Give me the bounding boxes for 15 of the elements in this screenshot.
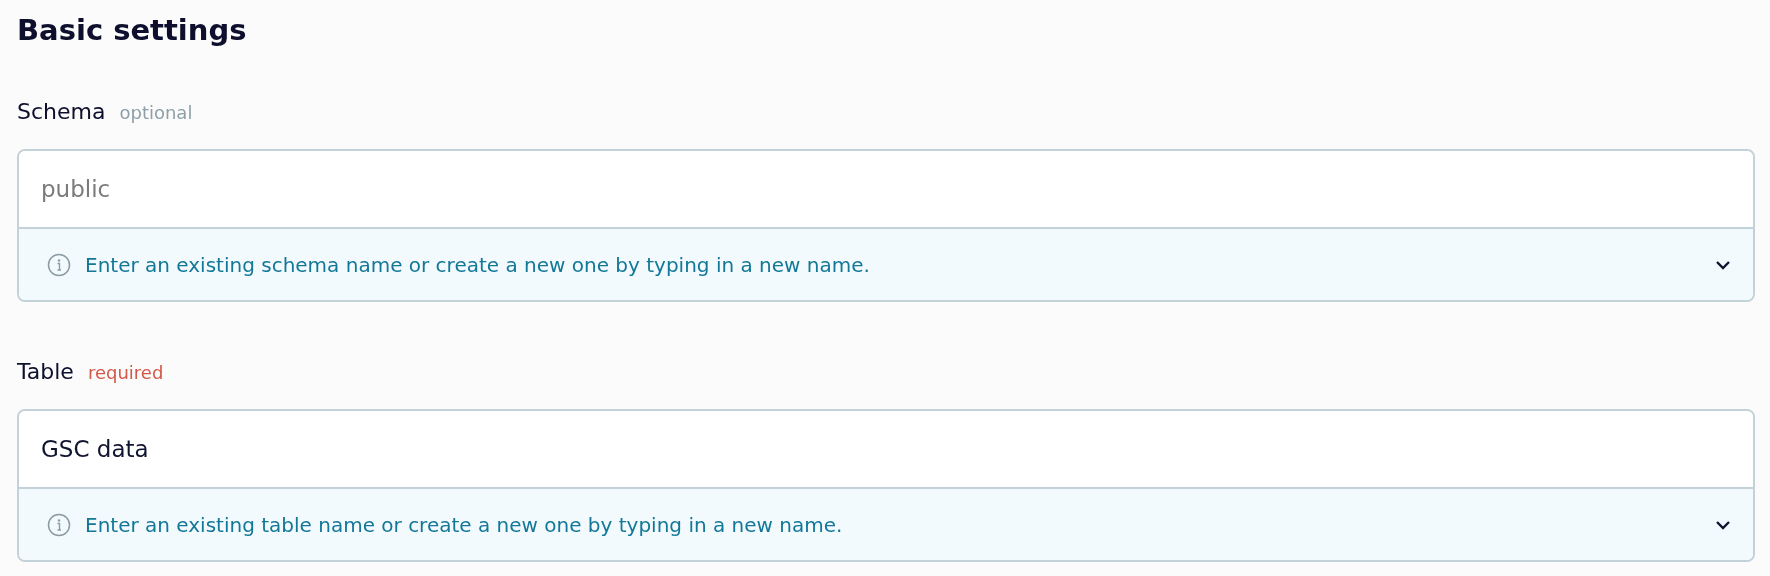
hint-text: Enter an existing schema name or create a new one by typing in a new name. xyxy=(85,252,871,277)
hint-text: Enter an existing table name or create a new one by typing in a new name. xyxy=(85,512,844,537)
chevron-down-icon xyxy=(1715,519,1731,530)
chevron-down-icon xyxy=(1715,259,1731,270)
field-label: Schema xyxy=(17,98,106,126)
field-label: Table xyxy=(17,358,74,386)
input-field[interactable]: GSC data Enter an existing table name or create a new one by typing in a new name. xyxy=(17,409,1755,562)
info-icon xyxy=(47,252,71,277)
info-icon xyxy=(47,512,71,537)
input-field[interactable]: public Enter an existing schema name or create a new one by typing in a new name. xyxy=(17,149,1755,302)
section-heading: Basic settings xyxy=(17,12,248,48)
required-tag: required xyxy=(87,361,164,385)
optional-tag: optional xyxy=(119,101,193,125)
hint-bar[interactable]: Enter an existing table name or create a new one by typing in a new name. xyxy=(19,489,1753,560)
hint-bar[interactable]: Enter an existing schema name or create a new one by typing in a new name. xyxy=(19,229,1753,300)
